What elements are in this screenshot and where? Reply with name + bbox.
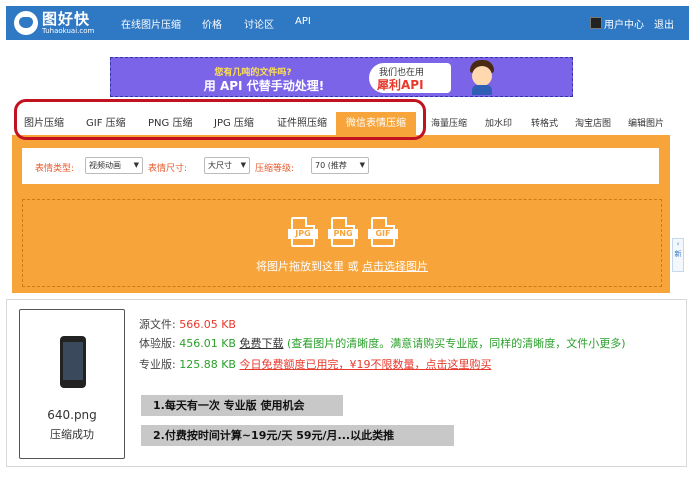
jpg-format-label: JPG xyxy=(288,229,318,239)
side-feedback-widget[interactable]: ‹ 新 xyxy=(672,238,684,272)
banner-line2: 用 API 代替手动处理! xyxy=(203,79,325,93)
nav-pricing[interactable]: 价格 xyxy=(202,16,222,31)
sticker-size-label: 表情尺寸: xyxy=(148,164,188,174)
nav-online-compress[interactable]: 在线图片压缩 xyxy=(121,16,181,31)
result-status: 压缩成功 xyxy=(50,428,94,441)
tab-edit-image[interactable]: 编辑图片 xyxy=(628,112,664,136)
sticker-size-select[interactable]: 大尺寸 ▼ xyxy=(204,157,250,174)
user-center-link[interactable]: 用户中心 xyxy=(604,16,644,31)
logout-link[interactable]: 退出 xyxy=(654,16,674,31)
free-download-link[interactable]: 免费下载 xyxy=(239,337,283,350)
png-file-icon: PNG xyxy=(328,217,358,247)
sticker-type-label: 表情类型: xyxy=(35,164,75,174)
phone-image-icon xyxy=(60,336,86,388)
png-format-label: PNG xyxy=(328,229,358,239)
cartoon-person-icon xyxy=(467,60,497,95)
pro-label: 专业版: xyxy=(139,358,176,371)
chevron-left-icon: ‹ xyxy=(676,240,680,248)
compress-level-select[interactable]: 70 (推荐 ▼ xyxy=(311,157,369,174)
dropzone-hint: 将图片拖放到这里 或 xyxy=(256,260,362,273)
annotation-bar-2: 2.付费按时间计算~19元/天 59元/月...以此类推 xyxy=(141,425,454,446)
options-bar: 表情类型: 视频动画 ▼ 表情尺寸: 大尺寸 ▼ 压缩等级: 70 (推荐 ▼ xyxy=(22,148,659,184)
compress-level-label: 压缩等级: xyxy=(255,164,295,174)
tab-taobao-image[interactable]: 淘宝店图 xyxy=(575,112,611,136)
pro-row: 专业版: 125.88 KB 今日免费额度已用完，¥19不限数量，点击这里购买 xyxy=(139,356,491,372)
tab-bulk-compress[interactable]: 海量压缩 xyxy=(431,112,467,136)
sticker-type-select[interactable]: 视频动画 ▼ xyxy=(85,157,143,174)
highlight-annotation-box xyxy=(14,99,426,140)
tab-convert-format[interactable]: 转格式 xyxy=(531,112,558,136)
buy-pro-link[interactable]: 今日免费额度已用完，¥19不限数量，点击这里购买 xyxy=(239,358,491,371)
trial-note: (查看图片的清晰度。满意请购买专业版，同样的清晰度，文件小更多) xyxy=(286,337,626,350)
source-file-label: 源文件: xyxy=(139,318,176,331)
api-banner[interactable]: 您有几吨的文件吗? 用 API 代替手动处理! 我们也在用 犀利API xyxy=(110,57,573,97)
dropdown-arrow-icon: ▼ xyxy=(240,161,246,169)
banner-right-line2: 犀利API xyxy=(377,78,424,92)
compress-level-value: 70 (推荐 xyxy=(315,161,347,170)
annotation-bar-1: 1.每天有一次 专业版 使用机会 xyxy=(141,395,343,416)
logo-icon xyxy=(14,11,38,35)
gif-format-label: GIF xyxy=(368,229,398,239)
select-image-link[interactable]: 点击选择图片 xyxy=(362,260,428,273)
dropzone-text: 将图片拖放到这里 或 点击选择图片 xyxy=(23,258,661,274)
trial-label: 体验版: xyxy=(139,337,176,350)
trial-size: 456.01 KB xyxy=(179,337,236,350)
top-nav-bar: 图好快 Tuhaokuai.com 在线图片压缩 价格 讨论区 API 用户中心… xyxy=(6,6,689,40)
dropdown-arrow-icon: ▼ xyxy=(133,161,139,169)
gif-file-icon: GIF xyxy=(368,217,398,247)
nav-forum[interactable]: 讨论区 xyxy=(244,16,274,31)
sticker-size-value: 大尺寸 xyxy=(208,161,232,170)
source-file-row: 源文件: 566.05 KB xyxy=(139,316,236,332)
nav-api[interactable]: API xyxy=(295,16,311,27)
dropdown-arrow-icon: ▼ xyxy=(359,161,365,169)
site-logo[interactable]: 图好快 Tuhaokuai.com xyxy=(14,10,94,36)
trial-row: 体验版: 456.01 KB 免费下载 (查看图片的清晰度。满意请购买专业版，同… xyxy=(139,335,626,351)
logo-domain: Tuhaokuai.com xyxy=(42,27,95,35)
user-avatar-icon[interactable] xyxy=(590,17,602,29)
sticker-type-value: 视频动画 xyxy=(89,161,121,170)
source-file-size: 566.05 KB xyxy=(179,318,236,331)
side-widget-label: 新 xyxy=(674,250,682,258)
logo-name: 图好快 xyxy=(42,10,91,28)
jpg-file-icon: JPG xyxy=(288,217,318,247)
result-filename: 640.png xyxy=(47,408,97,422)
pro-size: 125.88 KB xyxy=(179,358,236,371)
tab-watermark[interactable]: 加水印 xyxy=(485,112,512,136)
upload-dropzone[interactable]: JPG PNG GIF 将图片拖放到这里 或 点击选择图片 xyxy=(22,199,662,287)
result-thumbnail-card: 640.png 压缩成功 xyxy=(19,309,125,459)
